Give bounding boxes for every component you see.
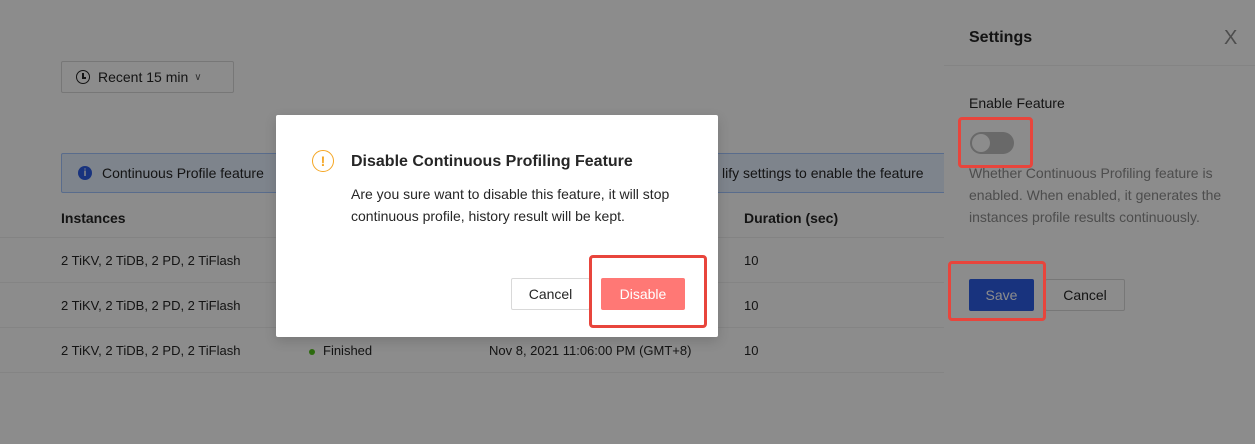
modal-body: Are you sure want to disable this featur… xyxy=(351,186,670,224)
highlight-box-save xyxy=(948,261,1046,321)
modal-title: Disable Continuous Profiling Feature xyxy=(351,153,633,170)
highlight-box-toggle xyxy=(958,117,1033,168)
warning-icon: ! xyxy=(312,150,334,172)
highlight-box-disable xyxy=(589,255,707,328)
modal-cancel-button[interactable]: Cancel xyxy=(511,278,590,310)
drawer-overlay-mask xyxy=(944,0,1255,444)
